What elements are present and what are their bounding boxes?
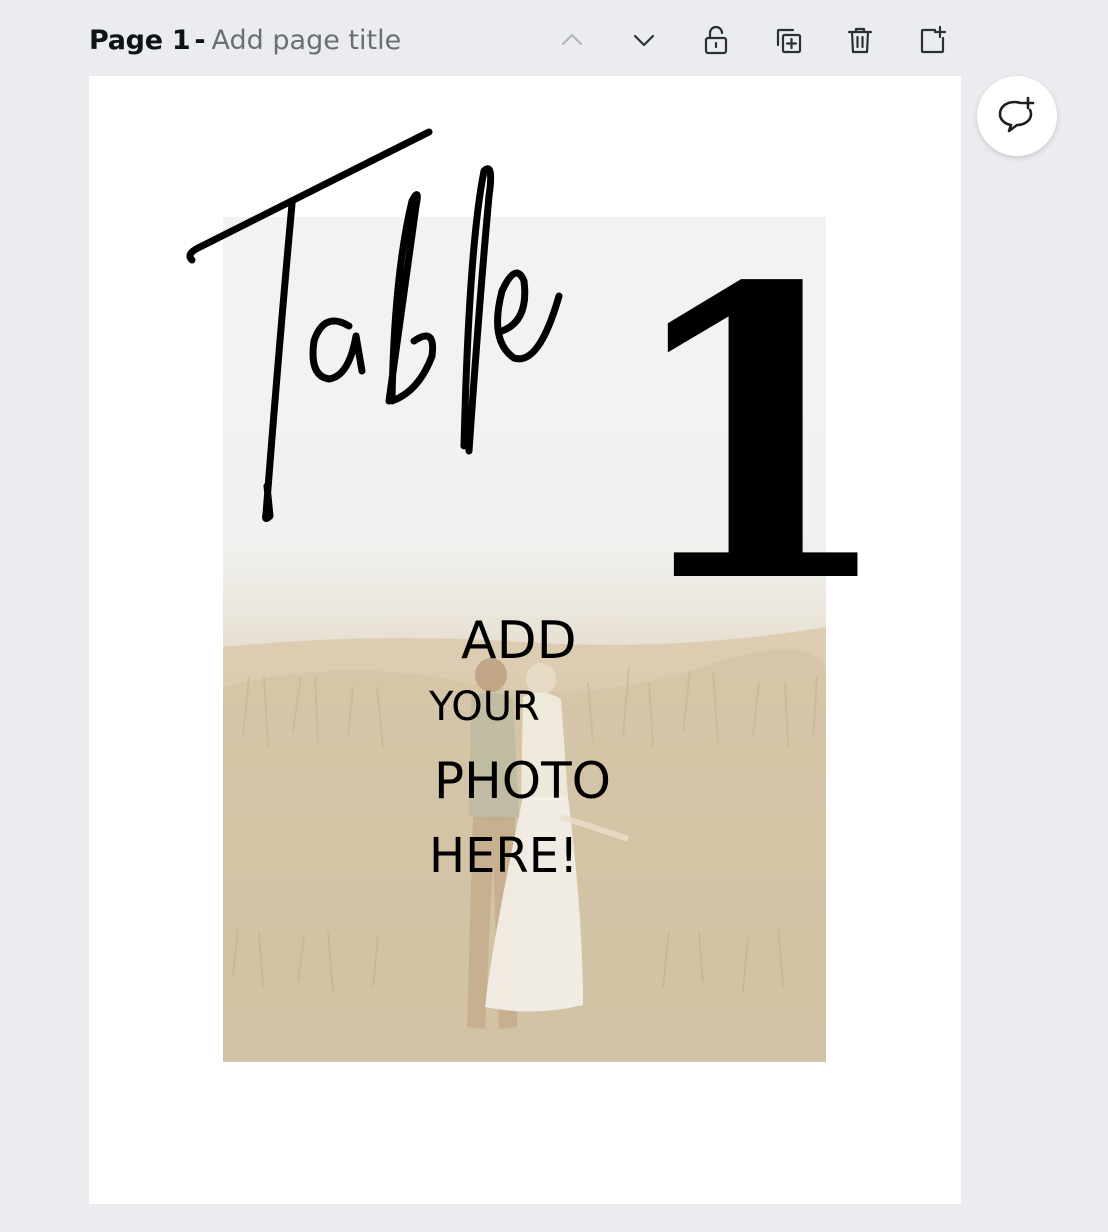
chevron-down-icon [633,34,655,47]
photo-prompt-line-your: YOUR [429,684,540,730]
page-header: Page 1 - [89,18,472,62]
trash-icon [847,27,873,54]
photo-prompt-line-add: ADD [461,611,577,671]
table-script-title[interactable] [184,126,664,526]
add-page-button[interactable] [912,20,952,60]
photo-prompt-line-here: HERE! [429,828,579,884]
add-comment-button[interactable] [977,76,1057,156]
delete-page-button[interactable] [840,20,880,60]
page-number-label: Page 1 [89,24,191,56]
lock-icon [704,25,728,55]
lock-page-button[interactable] [696,20,736,60]
duplicate-page-icon [776,28,802,54]
design-page[interactable]: 1 ADD YOUR PHOTO HERE! [89,76,961,1204]
move-page-up-button[interactable] [552,20,592,60]
chevron-up-icon [561,33,583,46]
page-title-separator: - [194,24,206,56]
photo-prompt-line-photo: PHOTO [434,752,612,810]
duplicate-page-button[interactable] [768,20,808,60]
comment-add-icon [998,96,1035,133]
move-page-down-button[interactable] [624,20,664,60]
page-title-input[interactable] [211,24,472,56]
add-page-icon [920,25,947,54]
table-number[interactable]: 1 [619,236,897,636]
